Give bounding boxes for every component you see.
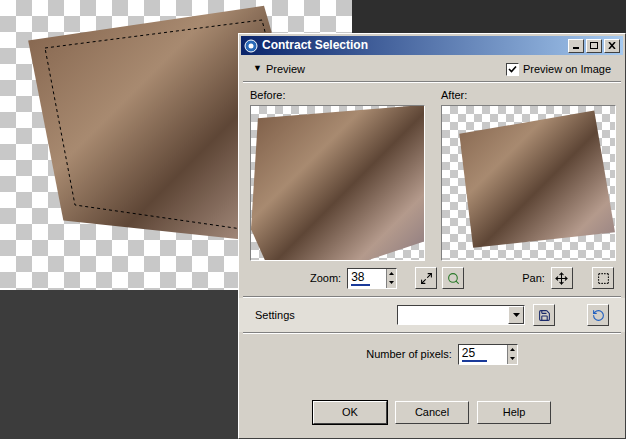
separator	[243, 81, 621, 83]
zoom-label: Zoom:	[310, 270, 341, 287]
close-button[interactable]	[604, 39, 620, 53]
preview-toggle[interactable]: ▼Preview	[253, 61, 305, 78]
save-preset-button[interactable]	[533, 304, 555, 326]
pixels-label: Number of pixels:	[366, 346, 452, 363]
preview-label: Before:	[250, 89, 425, 102]
maximize-icon	[590, 42, 598, 49]
separator	[243, 332, 621, 334]
pixels-row: Number of pixels: 25	[239, 342, 625, 366]
minimize-button[interactable]	[568, 39, 584, 53]
ok-button[interactable]: OK	[313, 401, 387, 424]
selection-icon	[597, 272, 610, 285]
zoom-field[interactable]: 38	[347, 268, 397, 289]
contract-selection-dialog: Contract Selection ▼Preview Preview on Ima…	[238, 33, 626, 439]
spin-down[interactable]	[387, 278, 396, 288]
spin-down[interactable]	[508, 354, 517, 364]
pan-label: Pan:	[522, 270, 545, 287]
before-preview[interactable]	[250, 105, 425, 261]
check-icon	[508, 65, 517, 74]
workspace-top	[352, 0, 626, 33]
pan-icon	[555, 272, 568, 285]
reset-icon	[592, 309, 605, 322]
after-preview[interactable]	[441, 105, 616, 261]
fit-icon	[420, 272, 433, 285]
dropdown-arrow-icon	[513, 313, 520, 317]
minimize-icon	[572, 42, 580, 49]
preview-label: After:	[441, 89, 616, 102]
selection-preview-button[interactable]	[592, 267, 614, 289]
spin-up[interactable]	[508, 345, 517, 355]
arrow-up-icon	[389, 272, 394, 275]
zoom-row: Zoom: 38 Pan:	[239, 266, 625, 290]
button-row: OK Cancel Help	[239, 401, 625, 424]
cancel-button[interactable]: Cancel	[395, 401, 469, 424]
app-icon	[244, 39, 258, 53]
spin-up[interactable]	[387, 269, 396, 279]
zoom-fit-button[interactable]	[415, 267, 437, 289]
close-icon	[608, 42, 616, 49]
zoom-tool-button[interactable]	[442, 267, 464, 289]
zoom-icon	[447, 272, 460, 285]
arrow-up-icon	[510, 348, 515, 351]
arrow-down-icon	[510, 357, 515, 360]
save-icon	[538, 309, 551, 322]
preview-row: ▼Preview Preview on Image	[239, 57, 625, 81]
help-button[interactable]: Help	[477, 401, 551, 424]
arrow-down-icon	[389, 281, 394, 284]
settings-label: Settings	[255, 307, 397, 324]
maximize-button[interactable]	[586, 39, 602, 53]
pixels-field[interactable]: 25	[458, 344, 518, 365]
settings-row: Settings	[239, 298, 625, 332]
window-title: Contract Selection	[262, 38, 368, 53]
desktop: Contract Selection ▼Preview Preview on Ima…	[0, 0, 626, 439]
reset-button[interactable]	[587, 304, 609, 326]
settings-dropdown[interactable]	[397, 305, 525, 325]
pan-button[interactable]	[551, 267, 573, 289]
preview-panel: Before: After:	[239, 83, 625, 261]
preview-on-image-checkbox[interactable]: Preview on Image	[506, 61, 611, 78]
title-bar[interactable]: Contract Selection	[241, 36, 623, 55]
